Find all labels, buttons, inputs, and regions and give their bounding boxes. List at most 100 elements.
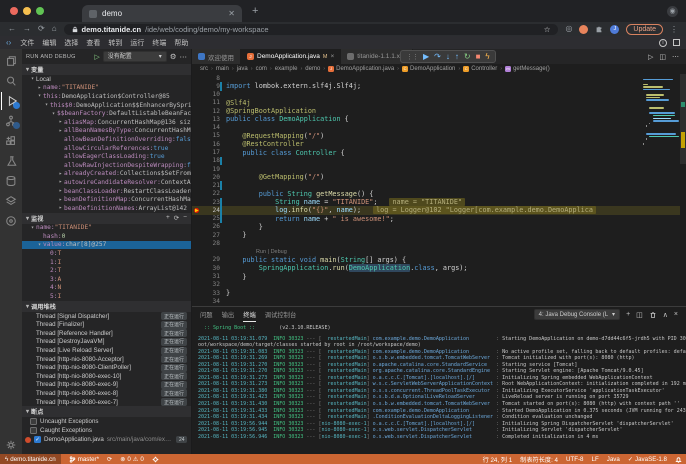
code-line[interactable]: 28 [192, 239, 686, 247]
watch-row[interactable]: ▾value: char[8]@257 [22, 241, 191, 250]
gutter[interactable]: 15 [192, 132, 222, 140]
menu-item-3[interactable]: 查看 [82, 40, 104, 47]
code-line[interactable]: 9import lombok.extern.slf4j.Slf4j; [192, 82, 686, 90]
refresh-watch-icon[interactable]: ⟳ [174, 214, 179, 222]
watch-row[interactable]: 4: N [22, 284, 191, 293]
maximize-window-icon[interactable] [36, 7, 44, 15]
gutter[interactable]: 19 [192, 165, 222, 173]
gutter[interactable]: 20 [192, 173, 222, 181]
code-line[interactable]: 27 } [192, 231, 686, 239]
thread-row[interactable]: Thread [http-nio-8080-exec-7]正在运行 [22, 398, 191, 407]
thread-row[interactable]: Thread [http-nio-8080-exec-10]正在运行 [22, 372, 191, 381]
split-terminal-icon[interactable]: ◫ [636, 311, 643, 319]
variable-row[interactable]: allowBeanDefinitionOverriding: false [22, 135, 191, 144]
database-icon[interactable] [1, 172, 21, 190]
sidebar-more-icon[interactable]: ⋯ [180, 52, 188, 61]
split-editor-icon[interactable]: ◫ [659, 53, 666, 61]
gutter[interactable]: 33 [192, 289, 222, 297]
code-line[interactable]: 13public class DemoApplication { [192, 115, 686, 123]
variable-row[interactable]: ▸alreadyCreated: Collections$SetFromMap@… [22, 170, 191, 179]
thread-row[interactable]: Thread [Live Reload Server]正在运行 [22, 346, 191, 355]
toggle-layout-icon[interactable] [673, 39, 680, 46]
code-line[interactable]: 10 [192, 91, 686, 99]
variable-row[interactable]: ▸beanDefinitionNames: ArrayList@142 size… [22, 204, 191, 213]
menu-item-0[interactable]: 文件 [16, 40, 38, 47]
gutter[interactable]: 16 [192, 140, 222, 148]
step-out-icon[interactable]: ↑ [455, 52, 459, 61]
gutter[interactable]: 31 [192, 272, 222, 280]
breadcrumb-item[interactable]: com [256, 66, 267, 72]
code-line[interactable]: 25 return name + " is awesome!"; [192, 215, 686, 223]
menu-item-5[interactable]: 运行 [126, 40, 148, 47]
settings-gear-icon[interactable] [1, 436, 21, 454]
gutter[interactable] [192, 248, 222, 256]
browser-menu-icon[interactable]: ⋮ [670, 25, 678, 34]
editor-tab-1[interactable]: JDemoApplication.javaM× [241, 49, 341, 64]
breadcrumb-item[interactable]: mgetMessage() [505, 66, 550, 72]
breakpoint-row[interactable]: Uncaught Exceptions [22, 417, 191, 426]
watch-row[interactable]: 2: T [22, 266, 191, 275]
gutter[interactable]: 14 [192, 124, 222, 132]
info-icon[interactable]: i [659, 39, 667, 47]
watch-row[interactable]: 5: I [22, 292, 191, 301]
debug-gear-icon[interactable]: ⚙ [170, 52, 177, 61]
code-line[interactable]: 30 SpringApplication.run(DemoApplication… [192, 264, 686, 272]
browser-tab[interactable]: demo ✕ [82, 5, 242, 22]
encoding[interactable]: UTF-8 [566, 456, 584, 463]
reload-icon[interactable]: ⟳ [38, 22, 45, 36]
code-editor[interactable]: 89import lombok.extern.slf4j.Slf4j;1011@… [192, 74, 686, 306]
gutter[interactable]: 32 [192, 281, 222, 289]
disc-icon[interactable] [1, 212, 21, 230]
breadcrumb-item[interactable]: CDemoApplication [402, 66, 455, 72]
watch-section-header[interactable]: ▾监视 + ⟳ − [22, 213, 191, 224]
panel-tab-0[interactable]: 问题 [200, 307, 213, 322]
code-line[interactable]: ▶24 log.info("{}", name);log = Logger@10… [192, 206, 686, 214]
extensions-icon[interactable] [1, 132, 21, 150]
close-panel-icon[interactable]: × [674, 311, 678, 318]
gutter[interactable]: 22 [192, 190, 222, 198]
gutter[interactable]: 11 [192, 99, 222, 107]
gutter[interactable]: 21 [192, 181, 222, 189]
gutter[interactable]: 10 [192, 91, 222, 99]
gutter[interactable]: 29 [192, 256, 222, 264]
variables-section-header[interactable]: ▾变量 [22, 64, 191, 75]
search-icon[interactable] [1, 72, 21, 90]
thread-row[interactable]: Thread [http-nio-8080-exec-9]正在运行 [22, 381, 191, 390]
new-terminal-icon[interactable]: + [626, 311, 630, 318]
breadcrumb-item[interactable]: CController [463, 66, 497, 72]
callstack-section-header[interactable]: ▾调用堆栈 [22, 301, 191, 312]
gutter[interactable]: 12 [192, 107, 222, 115]
variable-row[interactable]: ▾$$beanFactory: DefaultListableBeanFacto… [22, 109, 191, 118]
code-line[interactable]: 16 @RestController [192, 140, 686, 148]
layers-icon[interactable] [1, 192, 21, 210]
variable-row[interactable]: ▾this$0: DemoApplication$$EnhancerBySpri… [22, 101, 191, 110]
jdk-item[interactable]: ✓JavaSE-1.8 [628, 456, 667, 463]
code-line[interactable]: 11@Slf4j [192, 99, 686, 107]
code-line[interactable]: 14 [192, 124, 686, 132]
menu-item-2[interactable]: 选择 [60, 40, 82, 47]
gutter[interactable]: 27 [192, 231, 222, 239]
code-line[interactable]: 15 @RequestMapping("/") [192, 132, 686, 140]
code-line[interactable]: 33} [192, 289, 686, 297]
code-line[interactable]: 19 [192, 165, 686, 173]
menu-item-4[interactable]: 转到 [104, 40, 126, 47]
editor-scrollbar[interactable] [680, 74, 686, 306]
code-line[interactable]: 17 public class Controller { [192, 148, 686, 156]
indentation[interactable]: 制表符长度: 4 [520, 455, 558, 464]
variable-row[interactable]: allowRawInjectionDespiteWrapping: false [22, 161, 191, 170]
kill-terminal-icon[interactable] [649, 311, 657, 319]
breadcrumb-item[interactable]: demo [305, 66, 320, 72]
gutter[interactable]: 25 [192, 215, 222, 223]
gutter[interactable]: 17 [192, 148, 222, 156]
gutter[interactable]: 18 [192, 157, 222, 165]
gutter[interactable]: 13 [192, 115, 222, 123]
variable-row[interactable]: allowEagerClassLoading: true [22, 152, 191, 161]
window-controls[interactable] [0, 7, 54, 15]
code-line[interactable]: 31 } [192, 272, 686, 280]
gutter[interactable]: 9 [192, 82, 222, 90]
continue-icon[interactable]: ▶ [423, 52, 429, 61]
breadcrumb-item[interactable]: java [237, 66, 248, 72]
code-line[interactable]: 29 public static void main(String[] args… [192, 256, 686, 264]
sync-icon[interactable]: ⟳ [107, 456, 112, 463]
gutter[interactable]: 30 [192, 264, 222, 272]
